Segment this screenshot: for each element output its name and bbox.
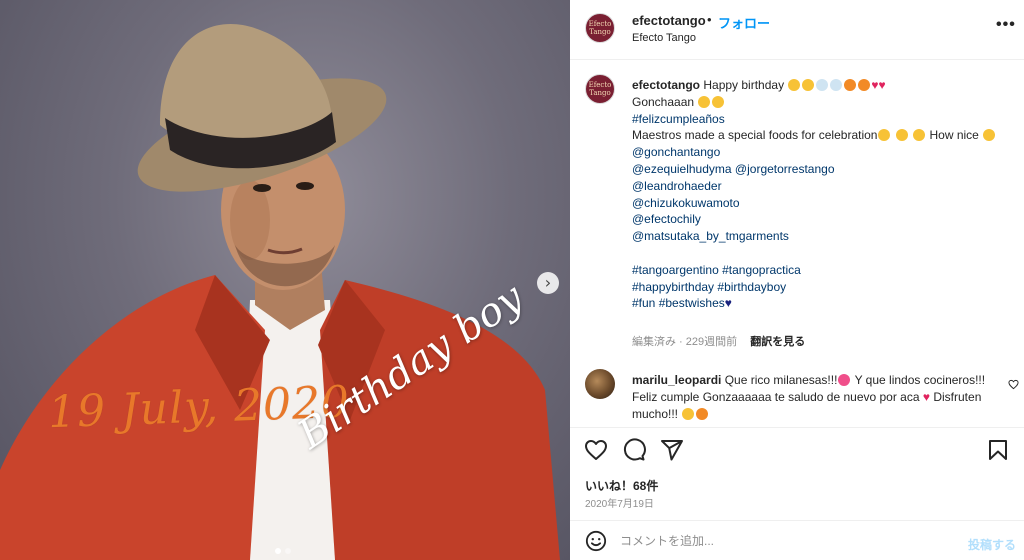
hashtag-link[interactable]: #tangopractica: [722, 263, 801, 277]
caption-line: #tangoargentino #tangopractica: [632, 262, 1007, 279]
comment-input[interactable]: [620, 530, 940, 552]
action-bar: [570, 427, 1024, 469]
avatar-logo-text: Efecto Tango: [588, 20, 612, 36]
comment-item: marilu_leopardi Que rico milanesas!!! Y …: [632, 372, 992, 423]
caption-line: @chizukokuwamoto: [632, 195, 1007, 212]
yum-face-icon: [878, 129, 891, 142]
caption-line: @ezequielhudyma @jorgetorrestango: [632, 161, 1007, 178]
chevron-right-icon: ›: [544, 273, 552, 292]
comment-text: Que rico milanesas!!!: [724, 373, 838, 387]
caption-line: #felizcumpleaños: [632, 111, 1007, 128]
carousel-dot-active: [275, 548, 281, 554]
bookmark-icon[interactable]: [986, 438, 1010, 462]
mention-link[interactable]: @jorgetorrestango: [735, 162, 835, 176]
avatar[interactable]: Efecto Tango: [585, 13, 615, 43]
mention-link[interactable]: @chizukokuwamoto: [632, 196, 740, 210]
yum-face-icon: [913, 129, 926, 142]
post-photo[interactable]: 19 July, 2020 Birthday boy ›: [0, 0, 570, 560]
more-options-icon[interactable]: •••: [996, 16, 1016, 34]
caption-text: Maestros made a special foods for celebr…: [632, 128, 878, 143]
caption-line: #fun #bestwishes♥: [632, 295, 1007, 312]
yum-face-icon: [895, 129, 908, 142]
add-comment-bar: 投稿する: [570, 520, 1024, 560]
header-separator: •: [707, 12, 712, 27]
mention-link[interactable]: @efectochily: [632, 212, 701, 226]
post-details-panel: Efecto Tango efectotango • フォロー Efecto T…: [570, 0, 1024, 560]
follow-button[interactable]: フォロー: [718, 13, 770, 32]
caption-line: Gonchaaan: [632, 94, 1007, 111]
caption-username[interactable]: efectotango: [632, 78, 700, 92]
kissing-face-icon: [712, 95, 725, 108]
caption-line: @gonchantango: [632, 144, 1007, 161]
pink-heart-icon: ♥: [878, 78, 886, 92]
time-ago[interactable]: 229週間前: [686, 336, 737, 348]
raised-hands-icon: [682, 408, 695, 420]
mention-link[interactable]: @matsutaka_by_tmgarments: [632, 229, 789, 243]
hashtag-link[interactable]: #felizcumpleaños: [632, 112, 725, 126]
carousel-indicator: [275, 548, 291, 554]
hashtag-link[interactable]: #happybirthday: [632, 280, 714, 294]
party-popper-icon: [844, 79, 857, 91]
red-heart-icon: ♥: [922, 390, 930, 404]
edited-label: 編集済み: [632, 336, 676, 348]
caption-line: @leandrohaeder: [632, 178, 1007, 195]
comments-section[interactable]: Efecto Tango efectotango Happy birthday …: [570, 61, 1024, 427]
caption-avatar[interactable]: Efecto Tango: [585, 74, 615, 104]
caption-meta: 編集済み · 229週間前 翻訳を見る: [632, 336, 806, 348]
smile-face-icon: [983, 129, 996, 142]
portrait-illustration: [0, 24, 560, 560]
hashtag-link[interactable]: #birthdayboy: [717, 280, 786, 294]
champagne-icon: [830, 79, 843, 91]
party-face-icon: [788, 79, 801, 91]
mention-link[interactable]: @leandrohaeder: [632, 179, 722, 193]
header-username[interactable]: efectotango: [632, 13, 706, 28]
champagne-icon: [816, 79, 829, 91]
party-popper-icon: [858, 79, 871, 91]
caption-text: Gonchaaan: [632, 94, 695, 109]
translate-button[interactable]: 翻訳を見る: [750, 336, 805, 348]
caption-line: @efectochily: [632, 211, 1007, 228]
comment-username[interactable]: marilu_leopardi: [632, 373, 721, 387]
hashtag-link[interactable]: #bestwishes: [659, 296, 725, 310]
party-popper-icon: [696, 408, 709, 420]
hashtag-link[interactable]: #fun: [632, 296, 655, 310]
comment-icon[interactable]: [622, 438, 646, 462]
kissing-face-icon: [698, 95, 711, 108]
post-date[interactable]: 2020年7月19日: [585, 495, 654, 510]
caption-text: How nice: [929, 128, 979, 143]
blue-heart-icon: ♥: [724, 296, 732, 311]
caption-line: @matsutaka_by_tmgarments: [632, 228, 1007, 245]
smiley-icon[interactable]: [585, 530, 607, 552]
header-subtitle[interactable]: Efecto Tango: [632, 32, 696, 44]
caption-line: efectotango Happy birthday ♥♥: [632, 77, 1007, 94]
post-caption: efectotango Happy birthday ♥♥ Gonchaaan …: [632, 77, 1007, 312]
party-face-icon: [802, 79, 815, 91]
comment-avatar[interactable]: [585, 369, 615, 399]
avatar-logo-text: Efecto Tango: [588, 81, 612, 97]
like-icon[interactable]: [584, 438, 608, 462]
hashtag-link[interactable]: #tangoargentino: [632, 263, 719, 277]
caption-line: Maestros made a special foods for celebr…: [632, 127, 1007, 144]
comment-like-button[interactable]: [1008, 379, 1019, 393]
share-icon[interactable]: [660, 438, 684, 462]
caption-line: #happybirthday #birthdayboy: [632, 279, 1007, 296]
post-comment-button[interactable]: 投稿する: [968, 536, 1016, 553]
pink-heart-icon: ♥: [871, 78, 879, 92]
likes-count[interactable]: いいね！68件: [585, 477, 658, 494]
mention-link[interactable]: @gonchantango: [632, 145, 720, 159]
post-header: Efecto Tango efectotango • フォロー Efecto T…: [570, 0, 1024, 60]
mention-link[interactable]: @ezequielhudyma: [632, 162, 732, 176]
caption-text: Happy birthday: [703, 78, 785, 92]
carousel-dot: [285, 548, 291, 554]
heart-outline-icon: [1008, 379, 1019, 390]
heart-eyes-icon: [838, 374, 851, 386]
next-slide-button[interactable]: ›: [537, 272, 559, 294]
